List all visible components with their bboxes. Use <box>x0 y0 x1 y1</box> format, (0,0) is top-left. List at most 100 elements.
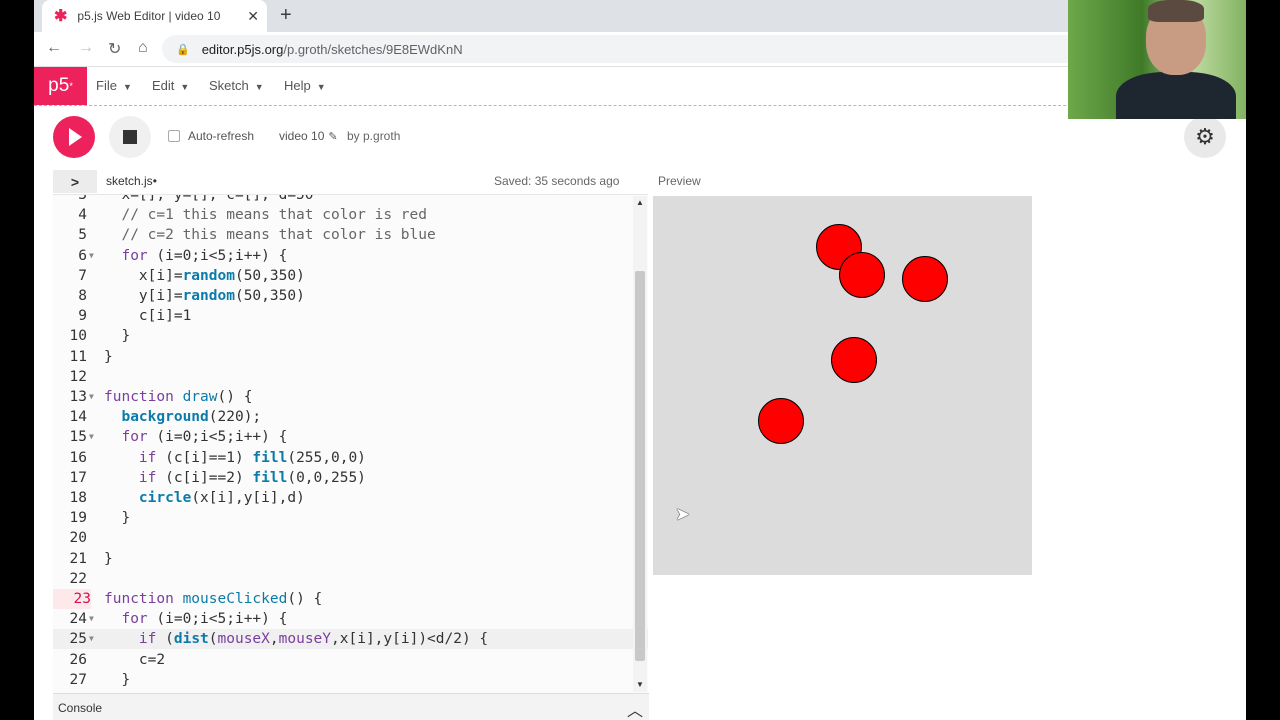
code-text: // c=2 this means that color is blue <box>104 227 436 244</box>
code-line[interactable]: 8 y[i]=random(50,350) <box>53 286 648 306</box>
code-line[interactable]: 10 } <box>53 326 648 346</box>
new-tab-icon[interactable]: + <box>280 4 292 27</box>
preview-label: Preview <box>658 174 701 188</box>
p5-logo[interactable]: p5 * <box>34 67 87 105</box>
editor-scrollbar[interactable]: ▲ ▼ <box>633 196 647 692</box>
file-tab[interactable]: sketch.js• <box>106 174 157 188</box>
code-text: // c=1 this means that color is red <box>104 207 428 224</box>
code-text: if (c[i]==1) fill(255,0,0) <box>138 449 366 466</box>
fold-toggle-icon[interactable]: ▼ <box>89 629 94 649</box>
code-line[interactable]: 16 if (c[i]==1) fill(255,0,0) <box>53 448 648 468</box>
red-circle[interactable] <box>758 398 804 444</box>
code-line[interactable]: 24 ▼ for (i=0;i<5;i++) { <box>53 609 648 629</box>
menu-sketch[interactable]: Sketch ▼ <box>209 78 264 93</box>
code-text: if (c[i]==2) fill(0,0,255) <box>138 469 366 486</box>
code-line[interactable]: 21} <box>53 549 648 569</box>
code-line[interactable]: 26 c=2 <box>53 650 648 670</box>
line-number: 12 <box>69 368 87 385</box>
code-text: c=2 <box>104 651 166 668</box>
fold-toggle-icon[interactable]: ▼ <box>89 387 94 407</box>
code-line[interactable]: 19 } <box>53 508 648 528</box>
code-line[interactable]: 18 circle(x[i],y[i],d) <box>53 488 648 508</box>
unsaved-dot: • <box>152 174 157 188</box>
sidebar-toggle-icon[interactable]: > <box>53 170 97 193</box>
line-number: 23 <box>53 589 91 609</box>
sketch-toolbar: Auto-refresh video 10 ✎ by p.groth ⚙ <box>34 106 1246 169</box>
chevron-up-icon[interactable]: ︿ <box>627 697 643 720</box>
home-icon[interactable]: ⌂ <box>138 39 148 57</box>
line-number: 14 <box>69 409 87 426</box>
code-text: for (i=0;i<5;i++) { <box>121 247 288 264</box>
sketch-owner[interactable]: by p.groth <box>347 129 400 143</box>
menu-edit[interactable]: Edit ▼ <box>152 78 189 93</box>
code-line[interactable]: 25 ▼ if (dist(mouseX,mouseY,x[i],y[i])<d/… <box>53 629 648 650</box>
code-line[interactable]: 4 // c=1 this means that color is red <box>53 205 648 225</box>
auto-refresh-checkbox[interactable] <box>168 130 180 142</box>
code-line[interactable]: 22 <box>53 569 648 589</box>
line-number: 9 <box>78 308 87 325</box>
menu-file[interactable]: File ▼ <box>96 78 132 93</box>
fold-toggle-icon[interactable]: ▼ <box>89 427 94 447</box>
scroll-down-icon[interactable]: ▼ <box>636 680 644 689</box>
code-line[interactable]: 7 x[i]=random(50,350) <box>53 266 648 286</box>
code-line[interactable]: 17 if (c[i]==2) fill(0,0,255) <box>53 468 648 488</box>
caret-down-icon: ▼ <box>254 82 264 92</box>
line-number: 10 <box>69 328 87 345</box>
code-line[interactable]: 27 } <box>53 670 648 690</box>
code-line[interactable]: 13 ▼ function draw() { <box>53 387 648 407</box>
stop-button[interactable] <box>109 116 151 158</box>
code-text: x[i]=random(50,350) <box>104 267 305 284</box>
browser-tab[interactable]: ✱ p5.js Web Editor | video 10 ✕ <box>42 0 267 32</box>
browser-window: ✱ p5.js Web Editor | video 10 ✕ + ← → ↻ … <box>34 0 1246 720</box>
line-number: 7 <box>78 267 87 284</box>
settings-gear-icon[interactable]: ⚙ <box>1184 116 1226 158</box>
fold-toggle-icon[interactable]: ▼ <box>89 246 94 266</box>
preview-canvas[interactable] <box>653 196 1032 575</box>
saved-status: Saved: 35 seconds ago <box>494 174 620 188</box>
code-line[interactable]: 6 ▼ for (i=0;i<5;i++) { <box>53 246 648 266</box>
tab-strip: ✱ p5.js Web Editor | video 10 ✕ + <box>34 0 1246 32</box>
code-line[interactable]: 9 c[i]=1 <box>53 306 648 326</box>
line-number: 20 <box>69 530 87 547</box>
code-line[interactable]: 3 x=[], y=[], c=[], d=50 <box>53 194 648 205</box>
code-line[interactable]: 15 ▼ for (i=0;i<5;i++) { <box>53 427 648 447</box>
code-text: } <box>104 550 113 567</box>
code-line[interactable]: 14 background(220); <box>53 407 648 427</box>
forward-icon[interactable]: → <box>78 39 94 57</box>
code-text: if (dist(mouseX,mouseY,x[i],y[i])<d/2) { <box>138 631 489 648</box>
code-line[interactable]: 12 <box>53 367 648 387</box>
code-text: } <box>104 671 131 688</box>
code-line[interactable]: 23 function mouseClicked() { <box>53 589 648 609</box>
close-tab-icon[interactable]: ✕ <box>247 8 259 25</box>
code-text: } <box>104 328 131 345</box>
p5-favicon-icon: ✱ <box>54 8 68 25</box>
line-number: 13 <box>69 389 87 405</box>
back-icon[interactable]: ← <box>46 39 62 57</box>
scroll-up-icon[interactable]: ▲ <box>636 198 644 207</box>
console-bar[interactable]: Console ︿ <box>53 693 649 720</box>
code-text: for (i=0;i<5;i++) { <box>121 429 288 446</box>
fold-toggle-icon[interactable]: ▼ <box>89 609 94 629</box>
auto-refresh-toggle[interactable]: Auto-refresh <box>168 129 254 143</box>
editor-header: > sketch.js• Saved: 35 seconds ago Previ… <box>34 168 1246 194</box>
line-number: 16 <box>69 449 87 466</box>
red-circle[interactable] <box>839 252 885 298</box>
sketch-name[interactable]: video 10 ✎ <box>279 129 338 143</box>
code-editor[interactable]: 3 x=[], y=[], c=[], d=50 4 // c=1 this me… <box>53 194 648 693</box>
line-number: 3 <box>78 194 87 203</box>
reload-icon[interactable]: ↻ <box>108 39 121 59</box>
play-button[interactable] <box>53 116 95 158</box>
red-circle[interactable] <box>831 337 877 383</box>
pencil-icon[interactable]: ✎ <box>328 131 337 143</box>
menu-help[interactable]: Help ▼ <box>284 78 326 93</box>
scroll-thumb[interactable] <box>635 271 645 661</box>
p5-menu-bar: p5 * File ▼ Edit ▼ Sketch ▼ Help ▼ <box>34 67 1246 106</box>
line-number: 15 <box>69 429 87 446</box>
mouse-cursor-icon: ➤ <box>675 504 691 524</box>
code-text: c[i]=1 <box>104 308 192 325</box>
code-line[interactable]: 11} <box>53 347 648 367</box>
code-line[interactable]: 5 // c=2 this means that color is blue <box>53 225 648 245</box>
red-circle[interactable] <box>902 256 948 302</box>
code-line[interactable]: 20 <box>53 528 648 548</box>
webcam-overlay <box>1068 0 1246 119</box>
